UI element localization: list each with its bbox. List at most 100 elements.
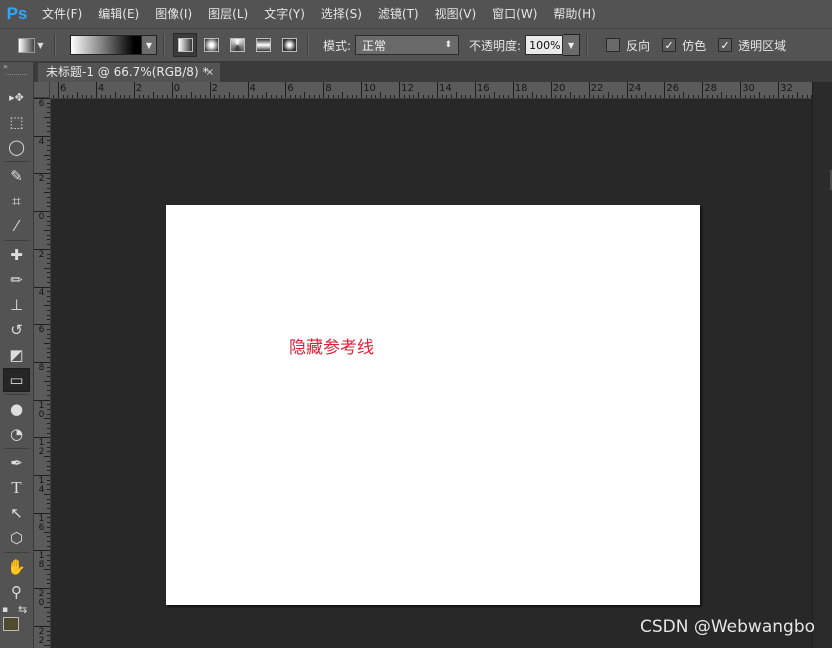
marquee-icon: ⬚ <box>9 113 24 131</box>
right-scrollbar[interactable] <box>812 82 832 648</box>
transparency-checkbox[interactable]: ✓ <box>718 38 733 52</box>
ruler-minor-tick <box>271 95 273 98</box>
linear-gradient-icon <box>177 38 193 52</box>
ruler-minor-tick <box>47 404 50 406</box>
ruler-major-tick <box>778 82 780 98</box>
ruler-minor-tick <box>370 95 372 98</box>
gradient-tool-button[interactable]: ▭ <box>3 368 30 392</box>
ruler-minor-tick <box>418 92 420 98</box>
ruler-minor-tick <box>44 229 50 231</box>
linear-gradient-button[interactable] <box>173 33 197 57</box>
brush-tool-button[interactable]: ✏ <box>3 268 30 292</box>
vertical-ruler[interactable]: 6 4 2 0 2 4 6 8 1 0 1 2 1 4 1 6 1 8 2 0 2 2 <box>34 98 51 648</box>
opacity-input[interactable]: 100% <box>525 35 564 55</box>
ruler-minor-tick <box>503 95 505 98</box>
clone-stamp-tool-button[interactable]: ⊥ <box>3 293 30 317</box>
path-selection-tool-button[interactable]: ↖ <box>3 501 30 525</box>
tool-preset-picker[interactable]: ▼ <box>14 33 48 57</box>
menu-filter[interactable]: 滤镜(T) <box>370 0 427 28</box>
ruler-minor-tick <box>607 92 609 98</box>
zoom-tool-button[interactable]: ⚲ <box>3 580 30 604</box>
eyedropper-tool-button[interactable]: ⁄ <box>3 214 30 238</box>
history-brush-tool-button[interactable]: ↺ <box>3 318 30 342</box>
menu-layer[interactable]: 图层(L) <box>200 0 256 28</box>
ruler-minor-tick <box>47 559 50 561</box>
mode-value: 正常 <box>362 38 387 53</box>
menu-image[interactable]: 图像(I) <box>147 0 200 28</box>
ruler-minor-tick <box>304 92 306 98</box>
ruler-minor-tick <box>427 95 429 98</box>
ruler-minor-tick <box>669 95 671 98</box>
horizontal-ruler[interactable]: 6 4 2 0 2 4 6 8 10 12 14 16 18 20 22 24 26 28 30 32 <box>34 82 812 99</box>
panel-collapse-icon[interactable]: » <box>0 62 33 72</box>
reverse-checkbox[interactable] <box>606 38 621 52</box>
hand-tool-button[interactable]: ✋ <box>3 555 30 579</box>
ruler-major-tick <box>285 82 287 98</box>
document-tab[interactable]: 未标题-1 @ 66.7%(RGB/8) * × <box>38 63 220 82</box>
ruler-minor-tick <box>384 95 386 98</box>
mode-select[interactable]: 正常 ⬍ <box>355 35 460 55</box>
ruler-minor-tick <box>47 272 50 274</box>
ruler-minor-tick <box>47 281 50 283</box>
menu-type[interactable]: 文字(Y) <box>256 0 313 28</box>
ruler-minor-tick <box>517 95 519 98</box>
diamond-gradient-button[interactable] <box>277 33 301 57</box>
ruler-minor-tick <box>692 95 694 98</box>
marquee-tool-button[interactable]: ⬚ <box>3 110 30 134</box>
ruler-label: 16 <box>476 83 490 94</box>
swap-colors-icon[interactable]: ⇆ <box>18 603 27 616</box>
toolbox-panel: » ▸✥ ⬚ ◯ ✎ ⌗ ⁄ ✚ ✏ ⊥ ↺ ◩ ▭ ● ◔ ✒ T ↖ ⬡ ✋ ⚲ ▪ ⇆ <box>0 62 34 648</box>
opacity-dropdown[interactable]: ▼ <box>563 34 581 56</box>
gradient-editor-swatch[interactable] <box>70 35 142 55</box>
healing-brush-tool-button[interactable]: ✚ <box>3 243 30 267</box>
ruler-minor-tick <box>47 555 50 557</box>
ruler-minor-tick <box>47 314 50 316</box>
menu-edit[interactable]: 编辑(E) <box>90 0 147 28</box>
foreground-color-swatch[interactable] <box>3 617 19 631</box>
close-icon[interactable]: × <box>206 63 214 82</box>
menu-help[interactable]: 帮助(H) <box>545 0 603 28</box>
default-colors-icon[interactable]: ▪ <box>2 605 8 615</box>
ruler-minor-tick <box>683 92 685 98</box>
ruler-minor-tick <box>564 95 566 98</box>
menu-window[interactable]: 窗口(W) <box>484 0 545 28</box>
ruler-minor-tick <box>47 432 50 434</box>
blur-tool-button[interactable]: ● <box>3 397 30 421</box>
toolbox-divider <box>4 240 29 241</box>
ruler-minor-tick <box>479 95 481 98</box>
dodge-tool-button[interactable]: ◔ <box>3 422 30 446</box>
type-tool-button[interactable]: T <box>3 476 30 500</box>
menu-view[interactable]: 视图(V) <box>427 0 485 28</box>
panel-grip[interactable] <box>6 74 27 81</box>
move-tool-button[interactable]: ▸✥ <box>3 85 30 109</box>
eraser-tool-button[interactable]: ◩ <box>3 343 30 367</box>
radial-gradient-icon <box>203 38 219 52</box>
shape-tool-button[interactable]: ⬡ <box>3 526 30 550</box>
ruler-label: 4 <box>38 136 45 147</box>
menu-file[interactable]: 文件(F) <box>34 0 90 28</box>
reflected-gradient-button[interactable] <box>251 33 275 57</box>
ruler-major-tick <box>740 82 742 98</box>
dither-checkbox[interactable]: ✓ <box>662 38 677 52</box>
quick-selection-tool-button[interactable]: ✎ <box>3 164 30 188</box>
ruler-label: 8 <box>38 362 45 373</box>
ruler-minor-tick <box>204 95 206 98</box>
ruler-minor-tick <box>403 95 405 98</box>
pen-tool-button[interactable]: ✒ <box>3 451 30 475</box>
ruler-label: 12 <box>401 83 414 94</box>
ruler-origin[interactable] <box>34 82 50 98</box>
ruler-minor-tick <box>114 92 116 98</box>
ruler-minor-tick <box>148 95 149 98</box>
menu-select[interactable]: 选择(S) <box>313 0 370 28</box>
lasso-tool-button[interactable]: ◯ <box>3 135 30 159</box>
ruler-minor-tick <box>81 95 83 98</box>
crop-tool-button[interactable]: ⌗ <box>3 189 30 213</box>
ruler-minor-tick <box>152 92 154 98</box>
angle-gradient-button[interactable] <box>225 33 249 57</box>
gradient-picker-dropdown[interactable]: ▼ <box>142 35 157 55</box>
document-canvas[interactable]: 隐藏参考线 <box>166 205 700 605</box>
ruler-minor-tick <box>157 95 159 98</box>
radial-gradient-button[interactable] <box>199 33 223 57</box>
ruler-minor-tick <box>44 267 50 269</box>
ruler-minor-tick <box>129 95 131 98</box>
